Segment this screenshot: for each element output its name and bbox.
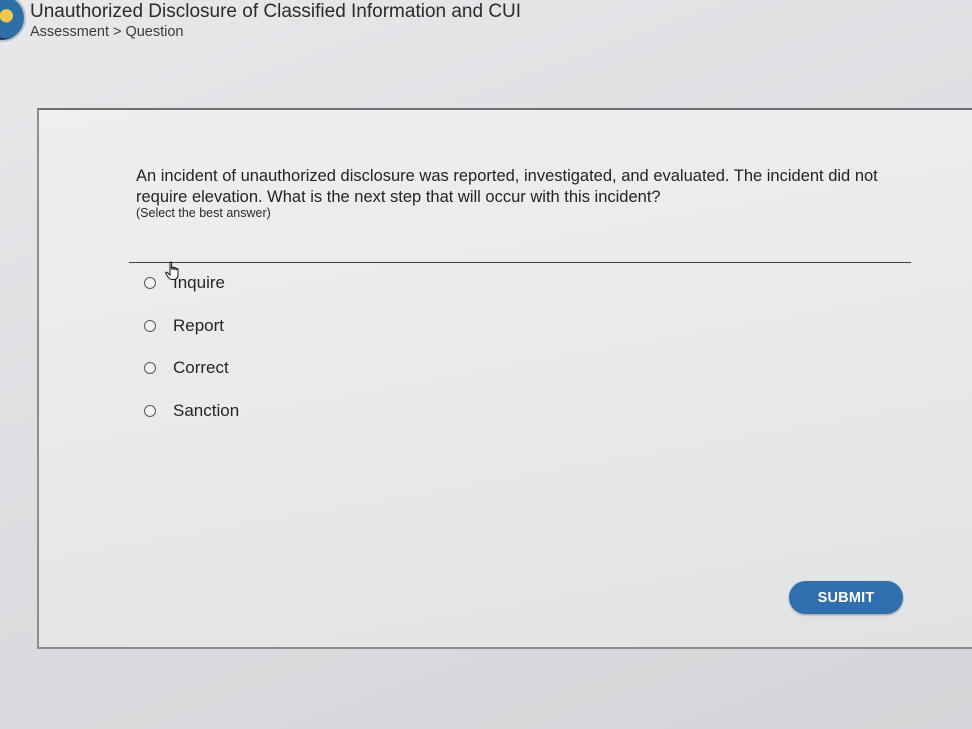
option-inquire[interactable]: Inquire bbox=[144, 273, 225, 293]
seal-logo-icon bbox=[0, 0, 26, 42]
option-sanction[interactable]: Sanction bbox=[144, 401, 239, 421]
question-text: An incident of unauthorized disclosure w… bbox=[136, 167, 878, 206]
breadcrumb: Assessment > Question bbox=[30, 24, 184, 40]
radio-button[interactable] bbox=[144, 277, 156, 289]
breadcrumb-item-assessment[interactable]: Assessment bbox=[30, 24, 109, 40]
option-label[interactable]: Inquire bbox=[173, 273, 225, 293]
breadcrumb-item-question: Question bbox=[125, 24, 184, 40]
question-card: An incident of unauthorized disclosure w… bbox=[37, 108, 972, 649]
radio-button[interactable] bbox=[144, 320, 156, 332]
divider bbox=[129, 262, 911, 263]
option-label[interactable]: Sanction bbox=[173, 401, 239, 421]
course-title: Unauthorized Disclosure of Classified In… bbox=[30, 1, 522, 22]
option-label[interactable]: Report bbox=[173, 316, 224, 336]
submit-button[interactable]: SUBMIT bbox=[789, 581, 903, 614]
hand-pointer-icon bbox=[165, 261, 179, 280]
answer-instruction: (Select the best answer) bbox=[136, 206, 271, 220]
option-label[interactable]: Correct bbox=[173, 358, 229, 378]
assessment-page: Unauthorized Disclosure of Classified In… bbox=[0, 0, 972, 729]
breadcrumb-separator: > bbox=[112, 24, 122, 40]
radio-button[interactable] bbox=[144, 362, 156, 374]
option-correct[interactable]: Correct bbox=[144, 358, 229, 378]
option-report[interactable]: Report bbox=[144, 316, 224, 336]
radio-button[interactable] bbox=[144, 405, 156, 417]
